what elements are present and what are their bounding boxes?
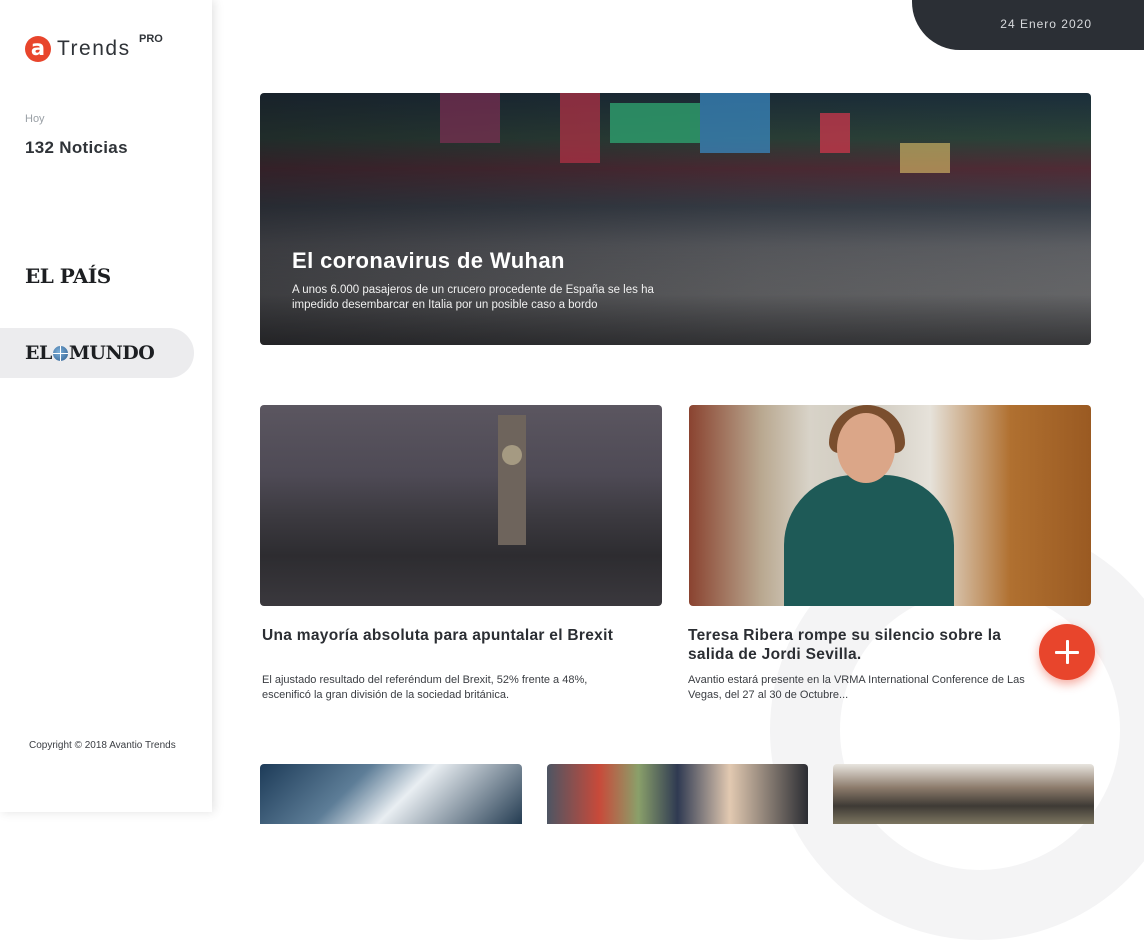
date-header: 24 Enero 2020 bbox=[912, 0, 1144, 50]
card-title[interactable]: Una mayoría absoluta para apuntalar el B… bbox=[262, 626, 622, 645]
hero-title: El coronavirus de Wuhan bbox=[292, 248, 565, 273]
card-image-lab[interactable] bbox=[260, 764, 522, 824]
source-el-mundo-part1: EL bbox=[25, 342, 52, 364]
sidebar: a Trends PRO Hoy 132 Noticias EL PAÍS EL… bbox=[0, 0, 212, 812]
card-description: El ajustado resultado del referéndum del… bbox=[262, 674, 588, 701]
current-date: 24 Enero 2020 bbox=[1000, 17, 1092, 31]
pro-badge: PRO bbox=[139, 33, 163, 45]
summary-label: Hoy bbox=[25, 113, 45, 125]
source-el-pais[interactable]: EL PAÍS bbox=[25, 264, 111, 288]
news-count: 132 Noticias bbox=[25, 138, 128, 157]
logo-a-icon: a bbox=[25, 36, 51, 62]
card-image-brexit[interactable] bbox=[260, 405, 662, 606]
brand-logo[interactable]: a Trends bbox=[25, 36, 131, 62]
hero-article[interactable]: El coronavirus de Wuhan A unos 6.000 pas… bbox=[260, 93, 1091, 345]
globe-icon bbox=[52, 345, 68, 361]
hero-description: A unos 6.000 pasajeros de un crucero pro… bbox=[292, 284, 654, 311]
source-el-mundo-part2: MUNDO bbox=[68, 342, 155, 364]
card-image-politician[interactable] bbox=[547, 764, 808, 824]
card-image-ribera[interactable] bbox=[689, 405, 1091, 606]
source-el-mundo[interactable]: EL MUNDO bbox=[25, 342, 155, 364]
card-description: Avantio estará presente en la VRMA Inter… bbox=[688, 674, 1025, 701]
copyright: Copyright © 2018 Avantio Trends bbox=[29, 740, 176, 751]
add-button[interactable] bbox=[1039, 624, 1095, 680]
card-title[interactable]: Teresa Ribera rompe su silencio sobre la… bbox=[688, 626, 1028, 664]
big-ben-shape bbox=[498, 415, 526, 545]
card-image-smoke[interactable] bbox=[833, 764, 1094, 824]
person-face-shape bbox=[837, 413, 895, 483]
brand-name: Trends bbox=[57, 37, 131, 60]
person-coat-shape bbox=[784, 475, 954, 606]
